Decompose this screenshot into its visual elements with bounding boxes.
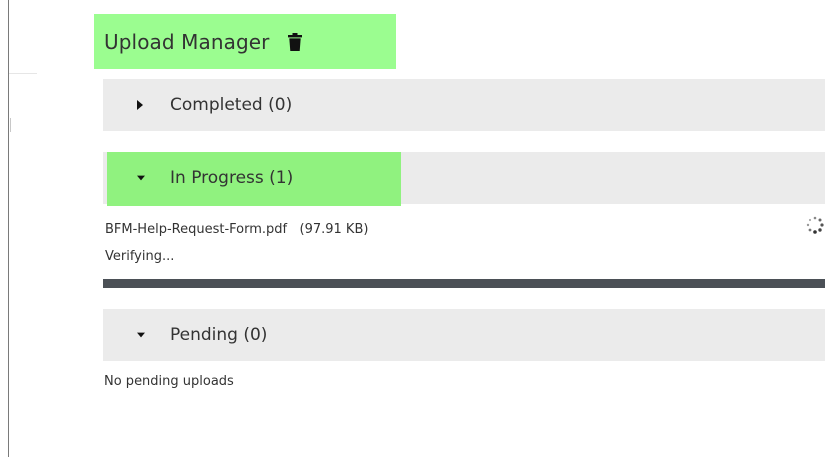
section-label: In Progress (1)	[170, 168, 294, 188]
divider	[9, 73, 37, 74]
upload-progress-bar	[103, 279, 825, 288]
section-pending-toggle[interactable]: Pending (0)	[103, 309, 267, 361]
file-name: BFM-Help-Request-Form.pdf	[105, 222, 288, 237]
file-size: (97.91 KB)	[299, 222, 369, 237]
caret-down-icon	[137, 175, 145, 181]
upload-progress-fill	[103, 279, 825, 288]
section-in-progress-toggle[interactable]: In Progress (1)	[103, 152, 293, 204]
section-in-progress[interactable]: In Progress (1)	[103, 152, 825, 206]
section-completed-toggle[interactable]: Completed (0)	[103, 79, 292, 131]
section-label: Pending (0)	[170, 325, 268, 345]
trash-icon[interactable]	[287, 32, 302, 51]
spinner-icon	[806, 216, 824, 234]
caret-right-icon	[137, 100, 145, 110]
section-completed[interactable]: Completed (0)	[103, 79, 825, 131]
upload-file-row: BFM-Help-Request-Form.pdf (97.91 KB)	[105, 222, 368, 237]
empty-state-message: No pending uploads	[104, 374, 234, 389]
upload-status: Verifying...	[105, 249, 175, 264]
panel-left-border	[8, 0, 9, 457]
upload-manager-header: Upload Manager	[94, 14, 396, 69]
page-title: Upload Manager	[104, 29, 270, 54]
section-pending[interactable]: Pending (0)	[103, 309, 825, 361]
caret-down-icon	[137, 332, 145, 338]
divider	[10, 118, 11, 132]
section-label: Completed (0)	[170, 95, 293, 115]
